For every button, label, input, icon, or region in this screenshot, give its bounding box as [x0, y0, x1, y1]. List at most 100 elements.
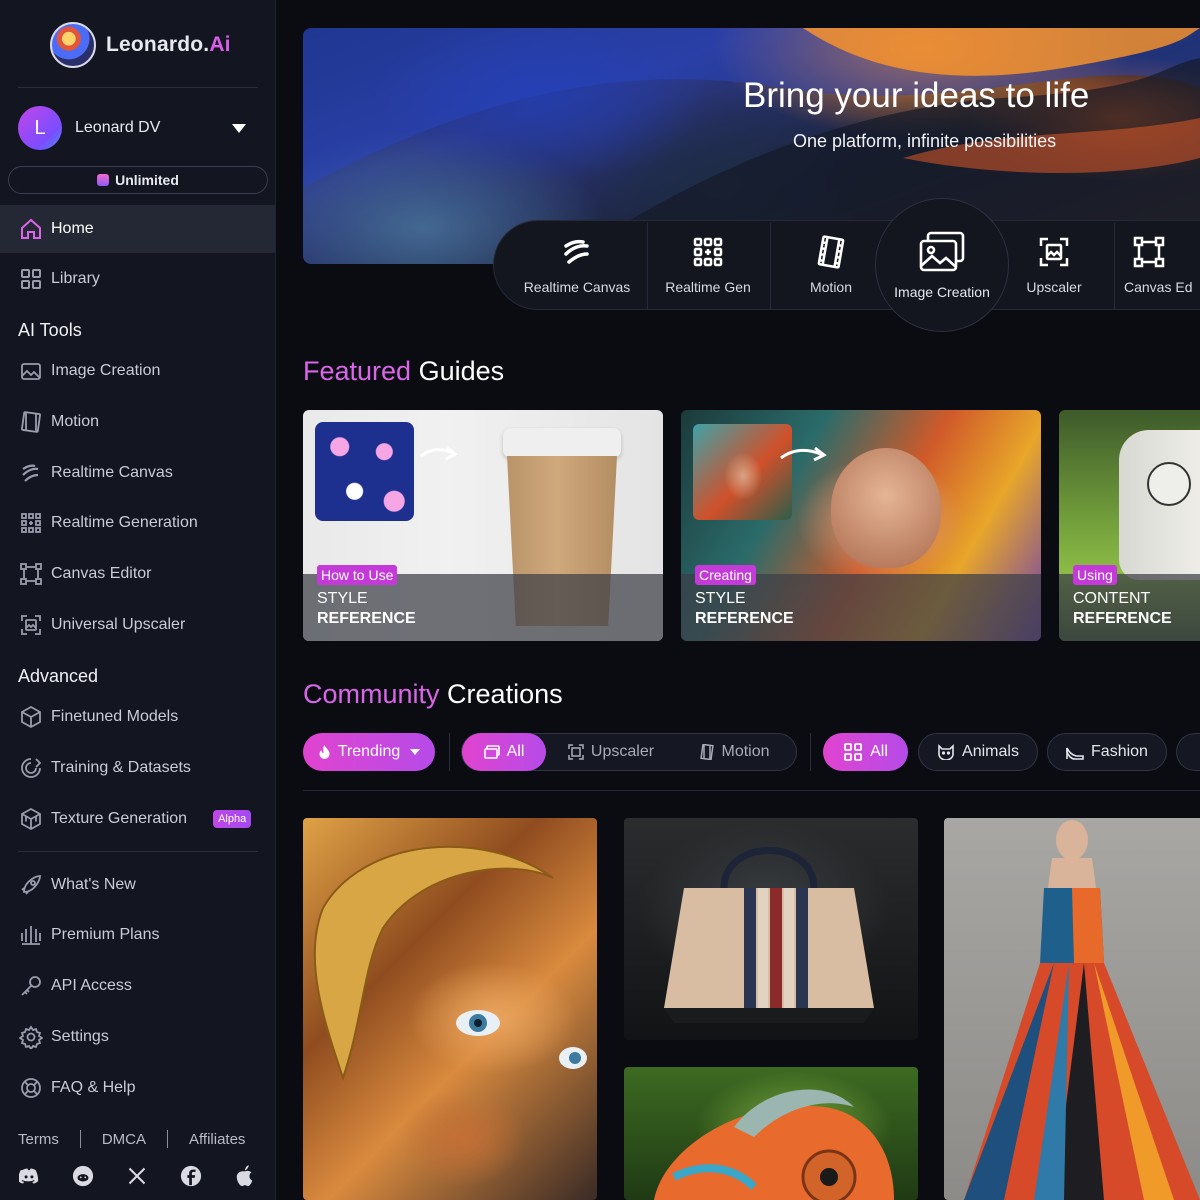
cat-icon: [938, 744, 954, 760]
affiliates-link[interactable]: Affiliates: [189, 1131, 245, 1148]
sidebar-item-whats-new[interactable]: What's New: [0, 861, 275, 909]
filter-separator: [449, 733, 450, 771]
sidebar-item-label: Training & Datasets: [51, 759, 191, 776]
category-filter-animals[interactable]: Animals: [918, 733, 1038, 771]
featured-guides-heading: Featured Guides: [303, 356, 505, 386]
guide-card-creating-style-reference[interactable]: Creating STYLE REFERENCE: [681, 410, 1041, 641]
user-menu[interactable]: L Leonard DV: [18, 106, 258, 150]
hero-title: Bring your ideas to life: [743, 76, 1090, 115]
arrow-icon: [420, 446, 458, 461]
guide-title-line-2: REFERENCE: [1073, 610, 1172, 627]
community-creations-heading: Community Creations: [303, 679, 563, 709]
sidebar-item-realtime-canvas[interactable]: Realtime Canvas: [0, 449, 275, 497]
sidebar-item-realtime-generation[interactable]: Realtime Generation: [0, 499, 275, 547]
sidebar-item-image-creation[interactable]: Image Creation: [0, 347, 275, 395]
tool-separator: [647, 223, 648, 309]
guide-card-style-reference[interactable]: How to Use STYLE REFERENCE: [303, 410, 663, 641]
social-links: [18, 1165, 256, 1187]
sidebar-item-label: Universal Upscaler: [51, 616, 186, 633]
reddit-icon[interactable]: [72, 1165, 94, 1187]
sidebar-item-library[interactable]: Library: [0, 255, 275, 303]
tool-image-creation[interactable]: Image Creation: [875, 198, 1009, 332]
filter-divider: [303, 790, 1200, 791]
category-filter-fashion[interactable]: Fashion: [1047, 733, 1167, 771]
plan-label: Unlimited: [115, 172, 179, 188]
sneaker-image: [1119, 430, 1200, 580]
guide-tag: Creating: [695, 565, 756, 585]
sidebar-item-universal-upscaler[interactable]: Universal Upscaler: [0, 601, 275, 649]
brush-stroke-icon: [22, 464, 39, 482]
chevron-down-icon: [410, 749, 421, 755]
training-icon: [21, 758, 42, 778]
guide-title-line-1: CONTENT: [1073, 590, 1151, 607]
sidebar-item-api-access[interactable]: API Access: [0, 962, 275, 1010]
sidebar-item-label: Texture Generation: [51, 810, 188, 827]
sidebar-item-label: FAQ & Help: [51, 1079, 136, 1096]
hero-subtitle: One platform, infinite possibilities: [793, 131, 1057, 151]
plan-badge[interactable]: Unlimited: [8, 166, 268, 194]
media-filter-all[interactable]: All: [462, 733, 546, 771]
community-image-handbag[interactable]: [624, 818, 918, 1040]
guide-title-line-1: STYLE: [317, 590, 368, 607]
x-icon[interactable]: [126, 1165, 148, 1187]
terms-link[interactable]: Terms: [18, 1131, 59, 1148]
sidebar-item-label: Canvas Editor: [51, 565, 152, 582]
rocket-icon: [21, 875, 41, 895]
tool-upscaler[interactable]: Upscaler: [1012, 221, 1096, 309]
sidebar-item-label: Image Creation: [51, 362, 161, 379]
sidebar-item-label: Library: [51, 270, 100, 287]
sidebar-item-label: Finetuned Models: [51, 708, 179, 725]
sidebar-item-label: Realtime Generation: [51, 514, 198, 531]
tool-realtime-gen[interactable]: Realtime Gen: [652, 221, 764, 309]
filter-label: Fashion: [1091, 743, 1148, 760]
sidebar-item-label: API Access: [51, 977, 132, 994]
tool-motion[interactable]: Motion: [776, 221, 886, 309]
sidebar-item-motion[interactable]: Motion: [0, 398, 275, 446]
tool-realtime-canvas[interactable]: Realtime Canvas: [514, 221, 640, 309]
brand-name: Leonardo.Ai: [106, 33, 231, 56]
sidebar-item-canvas-editor[interactable]: Canvas Editor: [0, 550, 275, 598]
chameleon-artwork: [654, 1089, 894, 1200]
brand-logo[interactable]: Leonardo.Ai: [50, 22, 231, 68]
apple-icon[interactable]: [234, 1165, 256, 1187]
golden-helmet-artwork: [313, 845, 587, 1082]
sidebar-item-premium-plans[interactable]: Premium Plans: [0, 911, 275, 959]
discord-icon[interactable]: [18, 1165, 40, 1187]
community-image-chameleon[interactable]: [624, 1067, 918, 1200]
canvas-frame-icon: [1133, 236, 1165, 268]
leonardo-logo-icon: [50, 22, 96, 68]
facebook-icon[interactable]: [180, 1165, 202, 1187]
filter-separator: [810, 733, 811, 771]
sidebar-item-label: Settings: [51, 1028, 109, 1045]
chevron-down-icon[interactable]: [232, 123, 246, 133]
app-root: Leonardo.Ai L Leonard DV Unlimited Home …: [0, 0, 1200, 1200]
sort-dropdown[interactable]: Trending: [303, 733, 435, 771]
footer-links: Terms DMCA Affiliates: [18, 1130, 245, 1148]
flame-icon: [319, 744, 330, 759]
portrait-face-image: [831, 448, 941, 568]
sidebar-item-settings[interactable]: Settings: [0, 1013, 275, 1061]
community-image-fashion-dress[interactable]: [944, 818, 1200, 1200]
tool-canvas-editor[interactable]: Canvas Ed: [1124, 221, 1200, 309]
sidebar-divider: [18, 851, 258, 852]
dots-grid-icon: [21, 513, 41, 533]
guide-card-using-content-reference[interactable]: Using CONTENT REFERENCE: [1059, 410, 1200, 641]
crown-icon: [21, 926, 41, 945]
tool-label: Upscaler: [1026, 279, 1082, 295]
sidebar-item-texture-generation[interactable]: Texture Generation Alpha: [0, 795, 275, 843]
tools-bar: Realtime Canvas Realtime Gen Motion Upsc…: [493, 220, 1200, 310]
home-icon: [21, 218, 41, 239]
community-image-golden-portrait[interactable]: [303, 818, 597, 1200]
category-filter-more[interactable]: [1176, 733, 1200, 771]
sidebar: Leonardo.Ai L Leonard DV Unlimited Home …: [0, 0, 276, 1200]
token-icon: [97, 174, 110, 186]
sidebar-item-finetuned-models[interactable]: Finetuned Models: [0, 693, 275, 741]
media-filter-motion[interactable]: Motion: [693, 733, 777, 771]
dmca-link[interactable]: DMCA: [102, 1131, 146, 1148]
category-filter-all[interactable]: All: [823, 733, 908, 771]
sidebar-item-faq-help[interactable]: FAQ & Help: [0, 1064, 275, 1112]
sidebar-item-home[interactable]: Home: [0, 205, 275, 253]
media-filter-upscaler[interactable]: Upscaler: [561, 733, 661, 771]
texture-cube-icon: [21, 807, 41, 831]
sidebar-item-training-datasets[interactable]: Training & Datasets: [0, 744, 275, 792]
